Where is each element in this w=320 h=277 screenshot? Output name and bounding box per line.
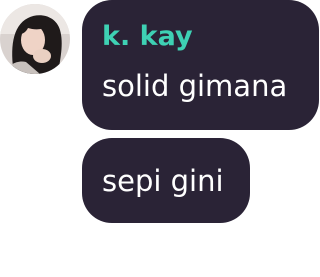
- message-text: sepi gini: [102, 164, 224, 198]
- user-avatar[interactable]: [0, 4, 70, 74]
- message-bubble[interactable]: k. kay solid gimana: [82, 0, 319, 130]
- chat-message-group: k. kay solid gimana sepi gini: [0, 0, 320, 277]
- sender-name[interactable]: k. kay: [102, 20, 193, 54]
- avatar-photo: [0, 4, 70, 74]
- message-bubble[interactable]: sepi gini: [82, 138, 250, 223]
- message-text: solid gimana: [102, 69, 288, 103]
